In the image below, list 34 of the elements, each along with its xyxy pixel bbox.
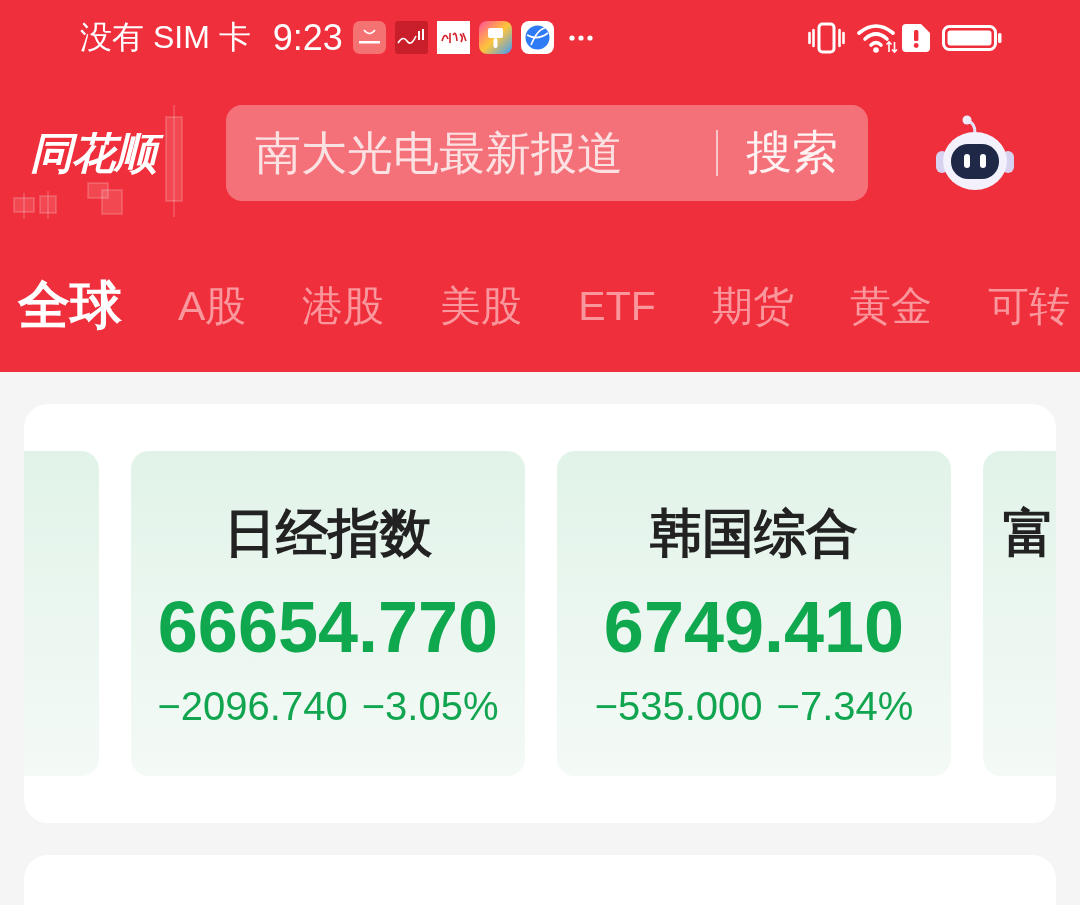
index-percent: −3.05% [361, 683, 499, 730]
paintbrush-icon [478, 21, 512, 54]
robot-icon[interactable] [935, 113, 1015, 193]
tab[interactable]: 美股 [440, 278, 523, 334]
index-name: 富 [1003, 504, 1055, 562]
app-icon [436, 21, 470, 54]
carrier-text: 没有 SIM 卡 [80, 17, 251, 57]
globe-icon [520, 21, 554, 54]
search-button[interactable]: 搜索 [716, 105, 868, 201]
index-value: 6749.410 [603, 587, 905, 667]
battery-icon [942, 24, 1002, 51]
tab[interactable]: 港股 [302, 278, 385, 334]
index-percent: −7.34% [776, 683, 914, 730]
more-icon [568, 34, 593, 41]
tab[interactable]: 可转 [987, 278, 1070, 334]
exclamation-icon [902, 23, 930, 52]
app-icon [352, 21, 386, 54]
tab[interactable]: 黄金 [849, 278, 932, 334]
app-logo: 同花顺 [28, 124, 166, 182]
wifi-icon [856, 21, 898, 54]
candlestick [39, 190, 57, 220]
vibrate-icon [808, 21, 845, 54]
index-value: 66654.770 [157, 587, 499, 667]
clock-time: 9:23 [272, 16, 343, 59]
tab[interactable]: 全球 [18, 271, 122, 341]
index-name: 日经指数 [224, 503, 432, 563]
index-change: −2096.740 [157, 683, 348, 730]
app-icon [394, 21, 428, 54]
index-name: 韩国综合 [650, 503, 858, 563]
tab[interactable]: ETF [578, 282, 656, 330]
tab[interactable]: 期货 [711, 278, 794, 334]
candlestick [13, 192, 35, 220]
index-change: −535.000 [594, 683, 763, 730]
tab[interactable]: A股 [178, 278, 247, 334]
